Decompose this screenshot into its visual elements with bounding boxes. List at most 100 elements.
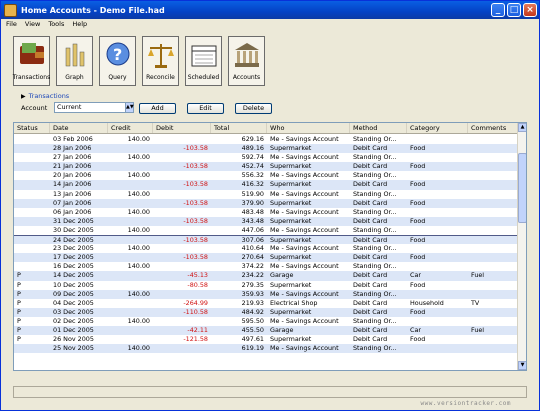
edit-button[interactable]: Edit [187,103,224,114]
column-debit[interactable]: Debit [153,123,211,133]
column-who[interactable]: Who [267,123,350,133]
table-row[interactable]: 31 Dec 2005 -103.58 343.48 Supermarket Debit… [14,216,519,226]
column-total[interactable]: Total [211,123,267,133]
app-icon [4,3,17,17]
column-date[interactable]: Date [50,123,108,133]
column-category[interactable]: Category [407,123,468,133]
cell-total: 374.22 [241,262,264,271]
table-row[interactable]: 17 Dec 2005 -103.58 270.64 Supermarket Debit… [14,253,519,263]
table-row[interactable]: P 14 Dec 2005 -45.13 234.22 Garage Debit Card… [14,271,519,281]
cell-total: 484.92 [241,307,264,316]
cell-date: 24 Dec 2005 [53,236,94,245]
menu-file[interactable]: File [6,19,17,29]
cell-date: 03 Dec 2005 [53,307,94,316]
table-row[interactable]: P 26 Nov 2005 -121.58 497.61 Supermarket Debi… [14,335,519,344]
menu-view[interactable]: View [25,19,40,29]
table-row[interactable]: P 02 Dec 2005 140.00 595.50 Me - Savings Acc… [14,317,519,326]
cell-comments [468,236,519,244]
table-row[interactable]: 06 Jan 2006 140.00 483.48 Me - Savings Acco… [14,208,519,217]
cell-category [407,190,468,199]
cell-method: Standing Or... [353,189,397,198]
add-button[interactable]: Add [139,103,176,114]
cell-total: 452.74 [241,162,264,171]
wallet-icon [17,40,47,70]
table-row[interactable]: 28 Jan 2006 -103.58 489.16 Supermarket Debit… [14,144,519,154]
vertical-scrollbar[interactable]: ▲ ▼ [517,123,526,370]
cell-comments [468,244,519,253]
table-row[interactable]: 23 Dec 2005 140.00 410.64 Me - Savings Acco… [14,244,519,253]
cell-method: Debit Card [353,253,388,262]
cell-date: 23 Dec 2005 [53,244,94,253]
cell-debit [153,190,211,199]
table-row[interactable]: 13 Jan 2006 140.00 519.90 Me - Savings Acco… [14,190,519,199]
table-row[interactable]: P 09 Dec 2005 140.00 359.93 Me - Savings Acc… [14,289,519,299]
grid-header: Status Date Credit Debit Total Who Metho… [14,123,519,134]
transactions-button[interactable]: Transactions [13,36,50,86]
cell-debit: -103.58 [183,198,208,207]
cell-category [407,262,468,271]
cell-debit: -103.58 [183,216,208,225]
reconcile-button[interactable]: Reconcile [142,36,179,86]
table-row[interactable]: P 01 Dec 2005 -42.11 455.50 Garage Debit Card… [14,325,519,336]
menu-tools[interactable]: Tools [48,19,64,29]
graph-button[interactable]: Graph [56,36,93,86]
cell-category: Food [410,307,426,316]
table-row[interactable]: 24 Dec 2005 -103.58 307.06 Supermarket Debit… [14,235,519,245]
table-row[interactable]: 07 Jan 2006 -103.58 379.90 Supermarket Debit… [14,198,519,208]
maximize-button[interactable]: □ [507,3,521,17]
column-method[interactable]: Method [350,123,407,133]
column-status[interactable]: Status [14,123,50,133]
table-row[interactable]: 27 Jan 2006 140.00 592.74 Me - Savings Acco… [14,153,519,162]
accounts-button[interactable]: Accounts [228,36,265,86]
table-row[interactable]: 14 Jan 2006 -103.58 416.32 Supermarket Debit… [14,180,519,190]
cell-status: P [17,298,21,307]
cell-date: 01 Dec 2005 [53,325,94,334]
scroll-up-icon[interactable]: ▲ [518,123,526,132]
menu-help[interactable]: Help [72,19,87,29]
table-row[interactable]: P 04 Dec 2005 -264.99 219.93 Electrical Shop… [14,299,519,308]
cell-category: Food [410,216,426,225]
cell-date: 16 Dec 2005 [53,262,94,271]
scroll-down-icon[interactable]: ▼ [518,361,526,370]
table-row[interactable]: P 10 Dec 2005 -80.58 279.35 Supermarket Debit… [14,281,519,290]
table-row[interactable]: 20 Jan 2006 140.00 556.32 Me - Savings Acco… [14,171,519,180]
table-row[interactable]: P 03 Dec 2005 -110.58 484.92 Supermarket Debi… [14,307,519,317]
delete-button[interactable]: Delete [235,103,272,114]
column-comments[interactable]: Comments [468,123,519,133]
transactions-section-toggle[interactable]: ▶ Transactions [21,92,69,100]
cell-method: Standing Or... [353,344,397,353]
cell-date: 02 Dec 2005 [53,316,94,325]
cell-debit: -103.58 [183,162,208,171]
cell-who: Me - Savings Account [270,135,339,143]
cell-status [14,135,50,144]
main-toolbar: Transactions Graph ? Query Reconcile Sch… [13,36,265,86]
scroll-thumb[interactable] [518,153,526,223]
cell-total: 447.06 [241,225,264,234]
cell-date: 26 Nov 2005 [53,335,94,344]
table-row[interactable]: 25 Nov 2005 140.00 619.19 Me - Savings Acco… [14,344,519,354]
spinner-icon[interactable]: ▲▼ [125,103,134,112]
calendar-icon [189,40,219,70]
cell-category: Food [410,335,426,344]
cell-total: 270.64 [241,253,264,262]
cell-date: 17 Dec 2005 [53,253,94,262]
scheduled-button[interactable]: Scheduled [185,36,222,86]
close-button[interactable]: × [523,3,537,17]
cell-comments [468,335,519,344]
cell-credit [108,236,153,244]
cell-category [407,171,468,180]
cell-comments [468,290,519,299]
cell-comments [468,262,519,271]
table-row[interactable]: 16 Dec 2005 140.00 374.22 Me - Savings Acco… [14,262,519,271]
table-row[interactable]: 21 Jan 2006 -103.58 452.74 Supermarket Debit… [14,162,519,172]
minimize-button[interactable]: _ [491,3,505,17]
cell-comments [468,308,519,317]
table-row[interactable]: 30 Dec 2005 140.00 447.06 Me - Savings Acco… [14,226,519,235]
query-button[interactable]: ? Query [99,36,136,86]
cell-status: P [17,307,21,316]
column-credit[interactable]: Credit [108,123,153,133]
cell-total: 483.48 [241,207,264,216]
table-row[interactable]: 03 Feb 2006 140.00 629.16 Me - Savings Acco… [14,135,519,144]
cell-total: 416.32 [241,180,264,189]
account-select[interactable]: Current ▲▼ [54,102,134,113]
